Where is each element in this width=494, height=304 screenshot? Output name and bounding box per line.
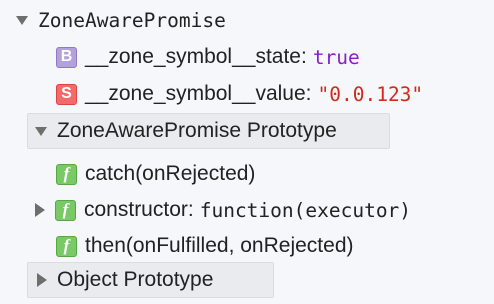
property-zone-symbol-value[interactable]: S __zone_symbol__value : "0.0.123" bbox=[56, 77, 423, 111]
function-type-icon: f bbox=[55, 199, 76, 221]
object-prototype-label: Object Prototype bbox=[57, 268, 214, 291]
property-value: true bbox=[312, 45, 360, 69]
property-name: __zone_symbol__state bbox=[85, 45, 301, 68]
method-catch[interactable]: f catch(onRejected) bbox=[56, 157, 255, 191]
method-label: catch(onRejected) bbox=[85, 162, 256, 185]
string-type-icon: S bbox=[56, 83, 77, 105]
tree-node-root[interactable]: ZoneAwarePromise bbox=[14, 3, 226, 37]
property-zone-symbol-state[interactable]: B __zone_symbol__state : true bbox=[56, 40, 360, 74]
method-then[interactable]: f then(onFulfilled, onRejected) bbox=[56, 229, 354, 263]
method-constructor[interactable]: f constructor : function(executor) bbox=[31, 193, 411, 227]
property-name: constructor bbox=[84, 198, 188, 221]
property-colon: : bbox=[187, 198, 194, 221]
root-label: ZoneAwarePromise bbox=[38, 8, 226, 32]
property-colon: : bbox=[305, 82, 312, 105]
function-type-icon: f bbox=[56, 163, 77, 185]
property-colon: : bbox=[300, 45, 307, 68]
tree-node-zone-prototype[interactable]: ZoneAwarePromise Prototype bbox=[33, 114, 337, 148]
triangle-right-icon[interactable] bbox=[33, 271, 51, 289]
function-type-icon: f bbox=[56, 235, 77, 257]
property-value: function(executor) bbox=[199, 198, 412, 222]
triangle-down-icon[interactable] bbox=[14, 11, 32, 29]
property-value: "0.0.123" bbox=[317, 82, 424, 106]
tree-node-object-prototype[interactable]: Object Prototype bbox=[33, 263, 213, 297]
object-inspector: ZoneAwarePromise B __zone_symbol__state … bbox=[0, 0, 494, 304]
triangle-down-icon[interactable] bbox=[33, 122, 51, 140]
property-name: __zone_symbol__value bbox=[85, 82, 306, 105]
zone-prototype-label: ZoneAwarePromise Prototype bbox=[57, 119, 337, 142]
boolean-type-icon: B bbox=[56, 46, 77, 68]
method-label: then(onFulfilled, onRejected) bbox=[85, 234, 354, 257]
triangle-right-icon[interactable] bbox=[31, 201, 49, 219]
